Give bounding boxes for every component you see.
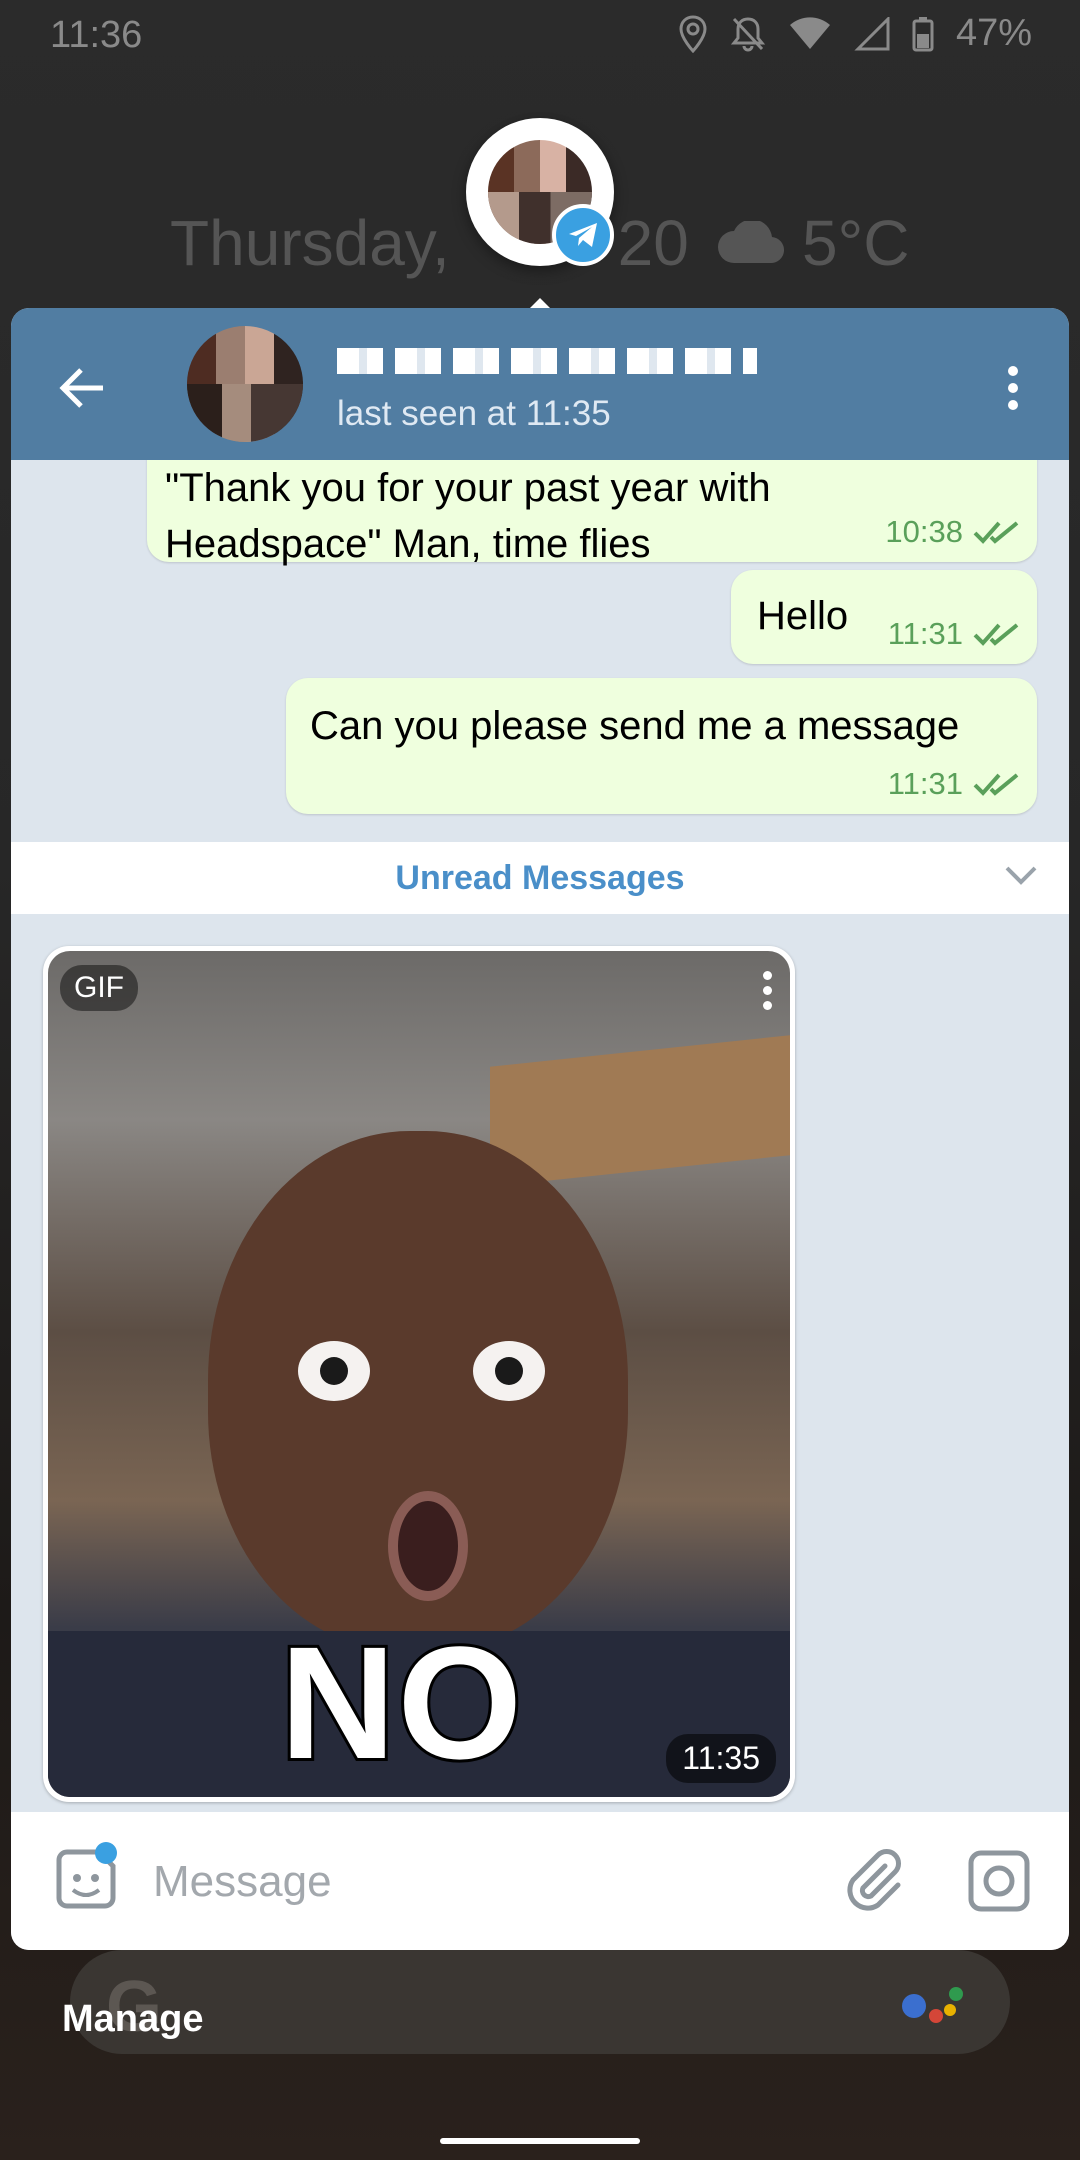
google-search-bar[interactable]: G bbox=[70, 1950, 1010, 2054]
lockscreen-weather: 5°C bbox=[716, 206, 909, 280]
gif-menu-button[interactable] bbox=[763, 971, 772, 1010]
unread-messages-divider: Unread Messages bbox=[11, 842, 1069, 914]
attach-icon[interactable] bbox=[841, 1848, 907, 1914]
status-bar: 11:36 47% bbox=[0, 0, 1080, 70]
message-composer bbox=[11, 1812, 1069, 1950]
signal-icon bbox=[854, 16, 890, 50]
manage-bubbles-button[interactable]: Manage bbox=[62, 1998, 203, 2041]
cloud-icon bbox=[718, 221, 784, 264]
contact-status: last seen at 11:35 bbox=[337, 394, 611, 433]
message-text-line: "Thank you for your past year with bbox=[165, 466, 771, 510]
message-text: Can you please send me a message bbox=[310, 704, 960, 748]
camera-icon[interactable] bbox=[966, 1848, 1032, 1914]
contact-name[interactable] bbox=[337, 344, 757, 378]
chat-header: last seen at 11:35 bbox=[11, 308, 1069, 460]
new-stickers-dot bbox=[95, 1842, 117, 1864]
double-check-icon bbox=[973, 623, 1019, 646]
bubble-caret bbox=[530, 298, 550, 308]
message-bubble[interactable]: "Thank you for your past year with Heads… bbox=[147, 460, 1037, 566]
message-time: 11:31 bbox=[887, 616, 963, 651]
location-icon bbox=[679, 14, 707, 53]
battery-icon bbox=[912, 16, 934, 51]
chat-window: last seen at 11:35 "Thank you for your p… bbox=[11, 308, 1069, 1950]
message-bubble[interactable]: Hello 11:31 bbox=[731, 570, 1037, 664]
assistant-icon[interactable] bbox=[900, 1980, 970, 2030]
message-list: "Thank you for your past year with Heads… bbox=[11, 460, 1069, 1812]
gif-caption: NO bbox=[277, 1610, 525, 1795]
unread-messages-label: Unread Messages bbox=[395, 859, 685, 897]
contact-avatar[interactable] bbox=[187, 326, 303, 442]
message-time: 11:35 bbox=[666, 1734, 776, 1783]
message-bubble[interactable]: Can you please send me a message 11:31 bbox=[286, 678, 1037, 814]
status-time: 11:36 bbox=[50, 14, 143, 56]
message-time: 10:38 bbox=[885, 514, 963, 549]
gif-badge: GIF bbox=[60, 965, 138, 1011]
message-text: Hello bbox=[757, 594, 849, 638]
back-arrow-icon bbox=[59, 368, 103, 408]
telegram-icon bbox=[552, 204, 614, 266]
notifications-off-icon bbox=[730, 16, 766, 51]
chevron-down-icon[interactable] bbox=[1003, 864, 1039, 888]
temperature: 5°C bbox=[802, 207, 910, 279]
double-check-icon bbox=[973, 773, 1019, 796]
gif-message[interactable]: NO GIF 11:35 bbox=[43, 946, 795, 1802]
message-input[interactable] bbox=[151, 1842, 795, 1922]
back-button[interactable] bbox=[51, 356, 115, 420]
wifi-icon bbox=[789, 16, 830, 49]
chat-bubble-head[interactable] bbox=[466, 118, 614, 266]
battery-percent: 47% bbox=[955, 12, 1032, 54]
lockscreen-date-end: 20 bbox=[617, 207, 689, 279]
home-indicator[interactable] bbox=[440, 2138, 640, 2144]
message-time: 11:31 bbox=[887, 766, 963, 801]
more-options-button[interactable] bbox=[985, 356, 1041, 420]
message-text-line: Headspace" Man, time flies bbox=[165, 522, 651, 566]
lockscreen-date-start: Thursday, bbox=[170, 207, 468, 279]
double-check-icon bbox=[973, 521, 1019, 544]
gif-image[interactable]: NO GIF 11:35 bbox=[48, 951, 790, 1797]
